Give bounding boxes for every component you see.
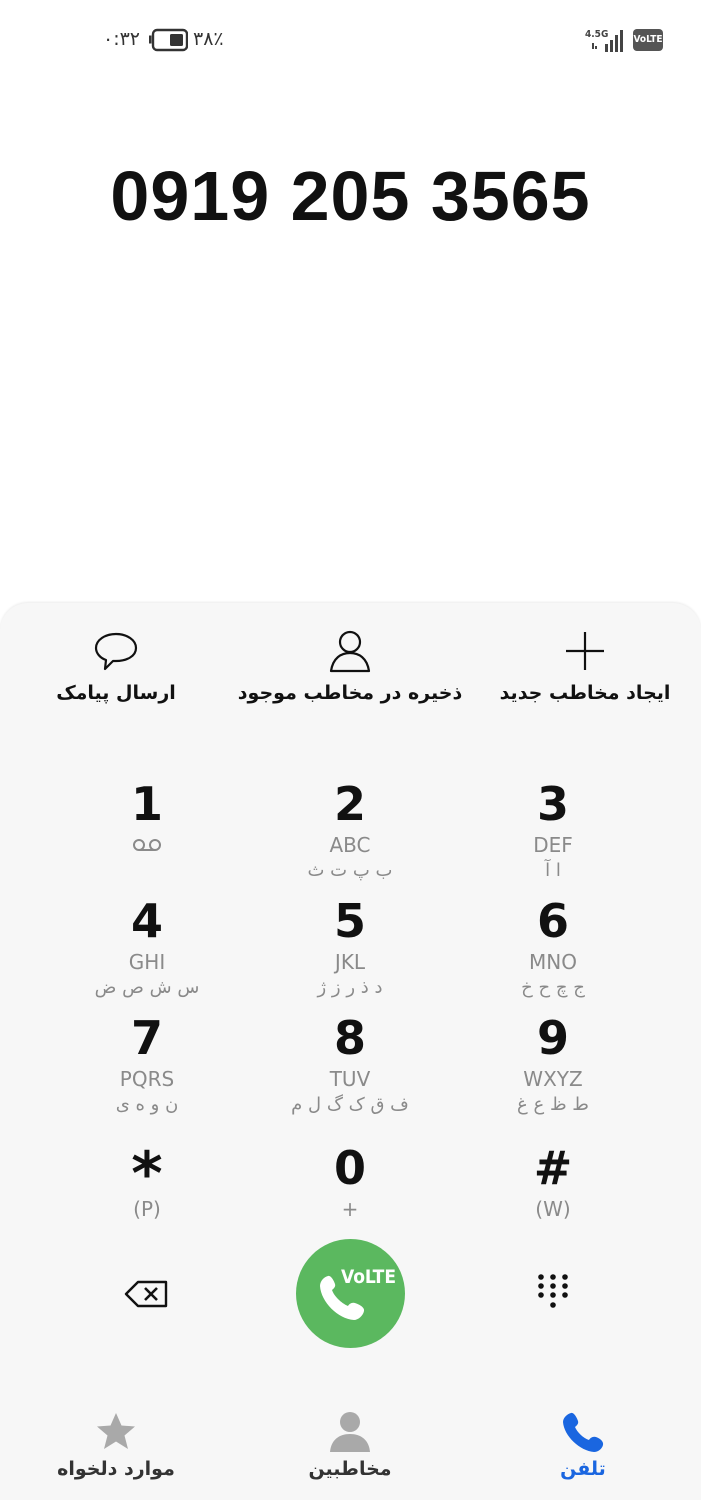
key-4[interactable]: 4 GHI س ش ص ض bbox=[47, 893, 247, 1003]
key-latin: WXYZ bbox=[523, 1067, 583, 1091]
key-0[interactable]: 0 + bbox=[250, 1140, 450, 1250]
tab-contacts[interactable]: مخاطبین bbox=[250, 1400, 450, 1490]
key-digit: 9 bbox=[536, 1011, 569, 1065]
key-latin: JKL bbox=[334, 950, 366, 974]
dialpad-icon[interactable] bbox=[536, 1273, 570, 1313]
tab-label: موارد دلخواه bbox=[57, 1458, 175, 1480]
key-digit: 0 bbox=[333, 1141, 366, 1195]
key-latin: PQRS bbox=[119, 1067, 175, 1091]
key-farsi: ج چ ح خ bbox=[521, 977, 585, 998]
key-farsi: ف ق ک گ ل م bbox=[291, 1094, 409, 1115]
key-latin: DEF bbox=[533, 833, 573, 857]
plus-icon bbox=[566, 632, 604, 670]
phone-icon bbox=[563, 1412, 604, 1452]
key-latin: GHI bbox=[128, 950, 166, 974]
key-digit: # bbox=[533, 1141, 573, 1195]
key-digit: 1 bbox=[130, 777, 163, 831]
key-digit: 6 bbox=[536, 894, 569, 948]
key-9[interactable]: 9 WXYZ ط ظ ع غ bbox=[453, 1010, 653, 1120]
key-8[interactable]: 8 TUV ف ق ک گ ل م bbox=[250, 1010, 450, 1120]
key-hash[interactable]: # (W) bbox=[453, 1140, 653, 1250]
tab-favorites[interactable]: موارد دلخواه bbox=[16, 1400, 216, 1490]
key-6[interactable]: 6 MNO ج چ ح خ bbox=[453, 893, 653, 1003]
key-2[interactable]: 2 ABC ب پ ت ث bbox=[250, 776, 450, 886]
key-digit: 7 bbox=[130, 1011, 163, 1065]
key-digit: * bbox=[131, 1139, 163, 1209]
key-star[interactable]: * (P) bbox=[47, 1140, 247, 1250]
send-sms-label: ارسال پیامک bbox=[56, 682, 176, 704]
backspace-icon[interactable] bbox=[124, 1279, 170, 1309]
key-latin: + bbox=[341, 1197, 359, 1221]
voicemail-icon bbox=[133, 839, 161, 851]
person-icon bbox=[329, 630, 371, 673]
dialed-number: 0919 205 3565 bbox=[110, 157, 591, 235]
key-farsi: ن و ه ی bbox=[115, 1094, 179, 1115]
key-farsi: د ذ ر ز ژ bbox=[317, 977, 383, 998]
tab-label: مخاطبین bbox=[308, 1458, 392, 1480]
svg-text:4.5G: 4.5G bbox=[585, 29, 608, 40]
key-latin: ABC bbox=[329, 833, 371, 857]
key-latin: TUV bbox=[329, 1067, 371, 1091]
call-button[interactable]: VoLTE bbox=[296, 1239, 405, 1348]
battery-percent: ۳۸٪ bbox=[193, 28, 224, 50]
create-contact-button[interactable]: ایجاد مخاطب جدید bbox=[465, 620, 701, 710]
contacts-icon bbox=[330, 1412, 370, 1452]
key-latin: MNO bbox=[529, 950, 577, 974]
key-5[interactable]: 5 JKL د ذ ر ز ژ bbox=[250, 893, 450, 1003]
key-digit: 3 bbox=[536, 777, 569, 831]
message-icon bbox=[94, 632, 138, 671]
key-digit: 8 bbox=[333, 1011, 366, 1065]
save-to-existing-button[interactable]: ذخیره در مخاطب موجود bbox=[230, 620, 470, 710]
phone-icon bbox=[320, 1275, 365, 1320]
key-3[interactable]: 3 DEF ا آ bbox=[453, 776, 653, 886]
create-contact-label: ایجاد مخاطب جدید bbox=[499, 682, 671, 704]
key-farsi: ا آ bbox=[545, 860, 561, 881]
key-7[interactable]: 7 PQRS ن و ه ی bbox=[47, 1010, 247, 1120]
send-sms-button[interactable]: ارسال پیامک bbox=[0, 620, 236, 710]
key-farsi: ط ظ ع غ bbox=[517, 1094, 589, 1115]
star-icon bbox=[97, 1413, 135, 1449]
tab-phone[interactable]: تلفن bbox=[483, 1400, 683, 1490]
key-digit: 4 bbox=[130, 894, 163, 948]
status-bar: ۰:۳۲ ۳۸٪ 4.5G VoLTE bbox=[0, 0, 701, 80]
signal-icon: 4.5G bbox=[585, 29, 623, 52]
key-digit: 5 bbox=[333, 894, 366, 948]
battery-icon bbox=[149, 28, 188, 52]
key-1[interactable]: 1 bbox=[47, 776, 247, 886]
key-latin: (W) bbox=[535, 1197, 571, 1221]
key-farsi: ب پ ت ث bbox=[307, 860, 393, 881]
volte-badge: VoLTE bbox=[633, 29, 663, 51]
key-digit: 2 bbox=[333, 777, 366, 831]
save-to-existing-label: ذخیره در مخاطب موجود bbox=[237, 682, 463, 704]
key-farsi: س ش ص ض bbox=[94, 977, 200, 998]
status-time: ۰:۳۲ bbox=[103, 28, 141, 50]
key-latin: (P) bbox=[133, 1197, 161, 1221]
tab-label: تلفن bbox=[560, 1458, 606, 1480]
